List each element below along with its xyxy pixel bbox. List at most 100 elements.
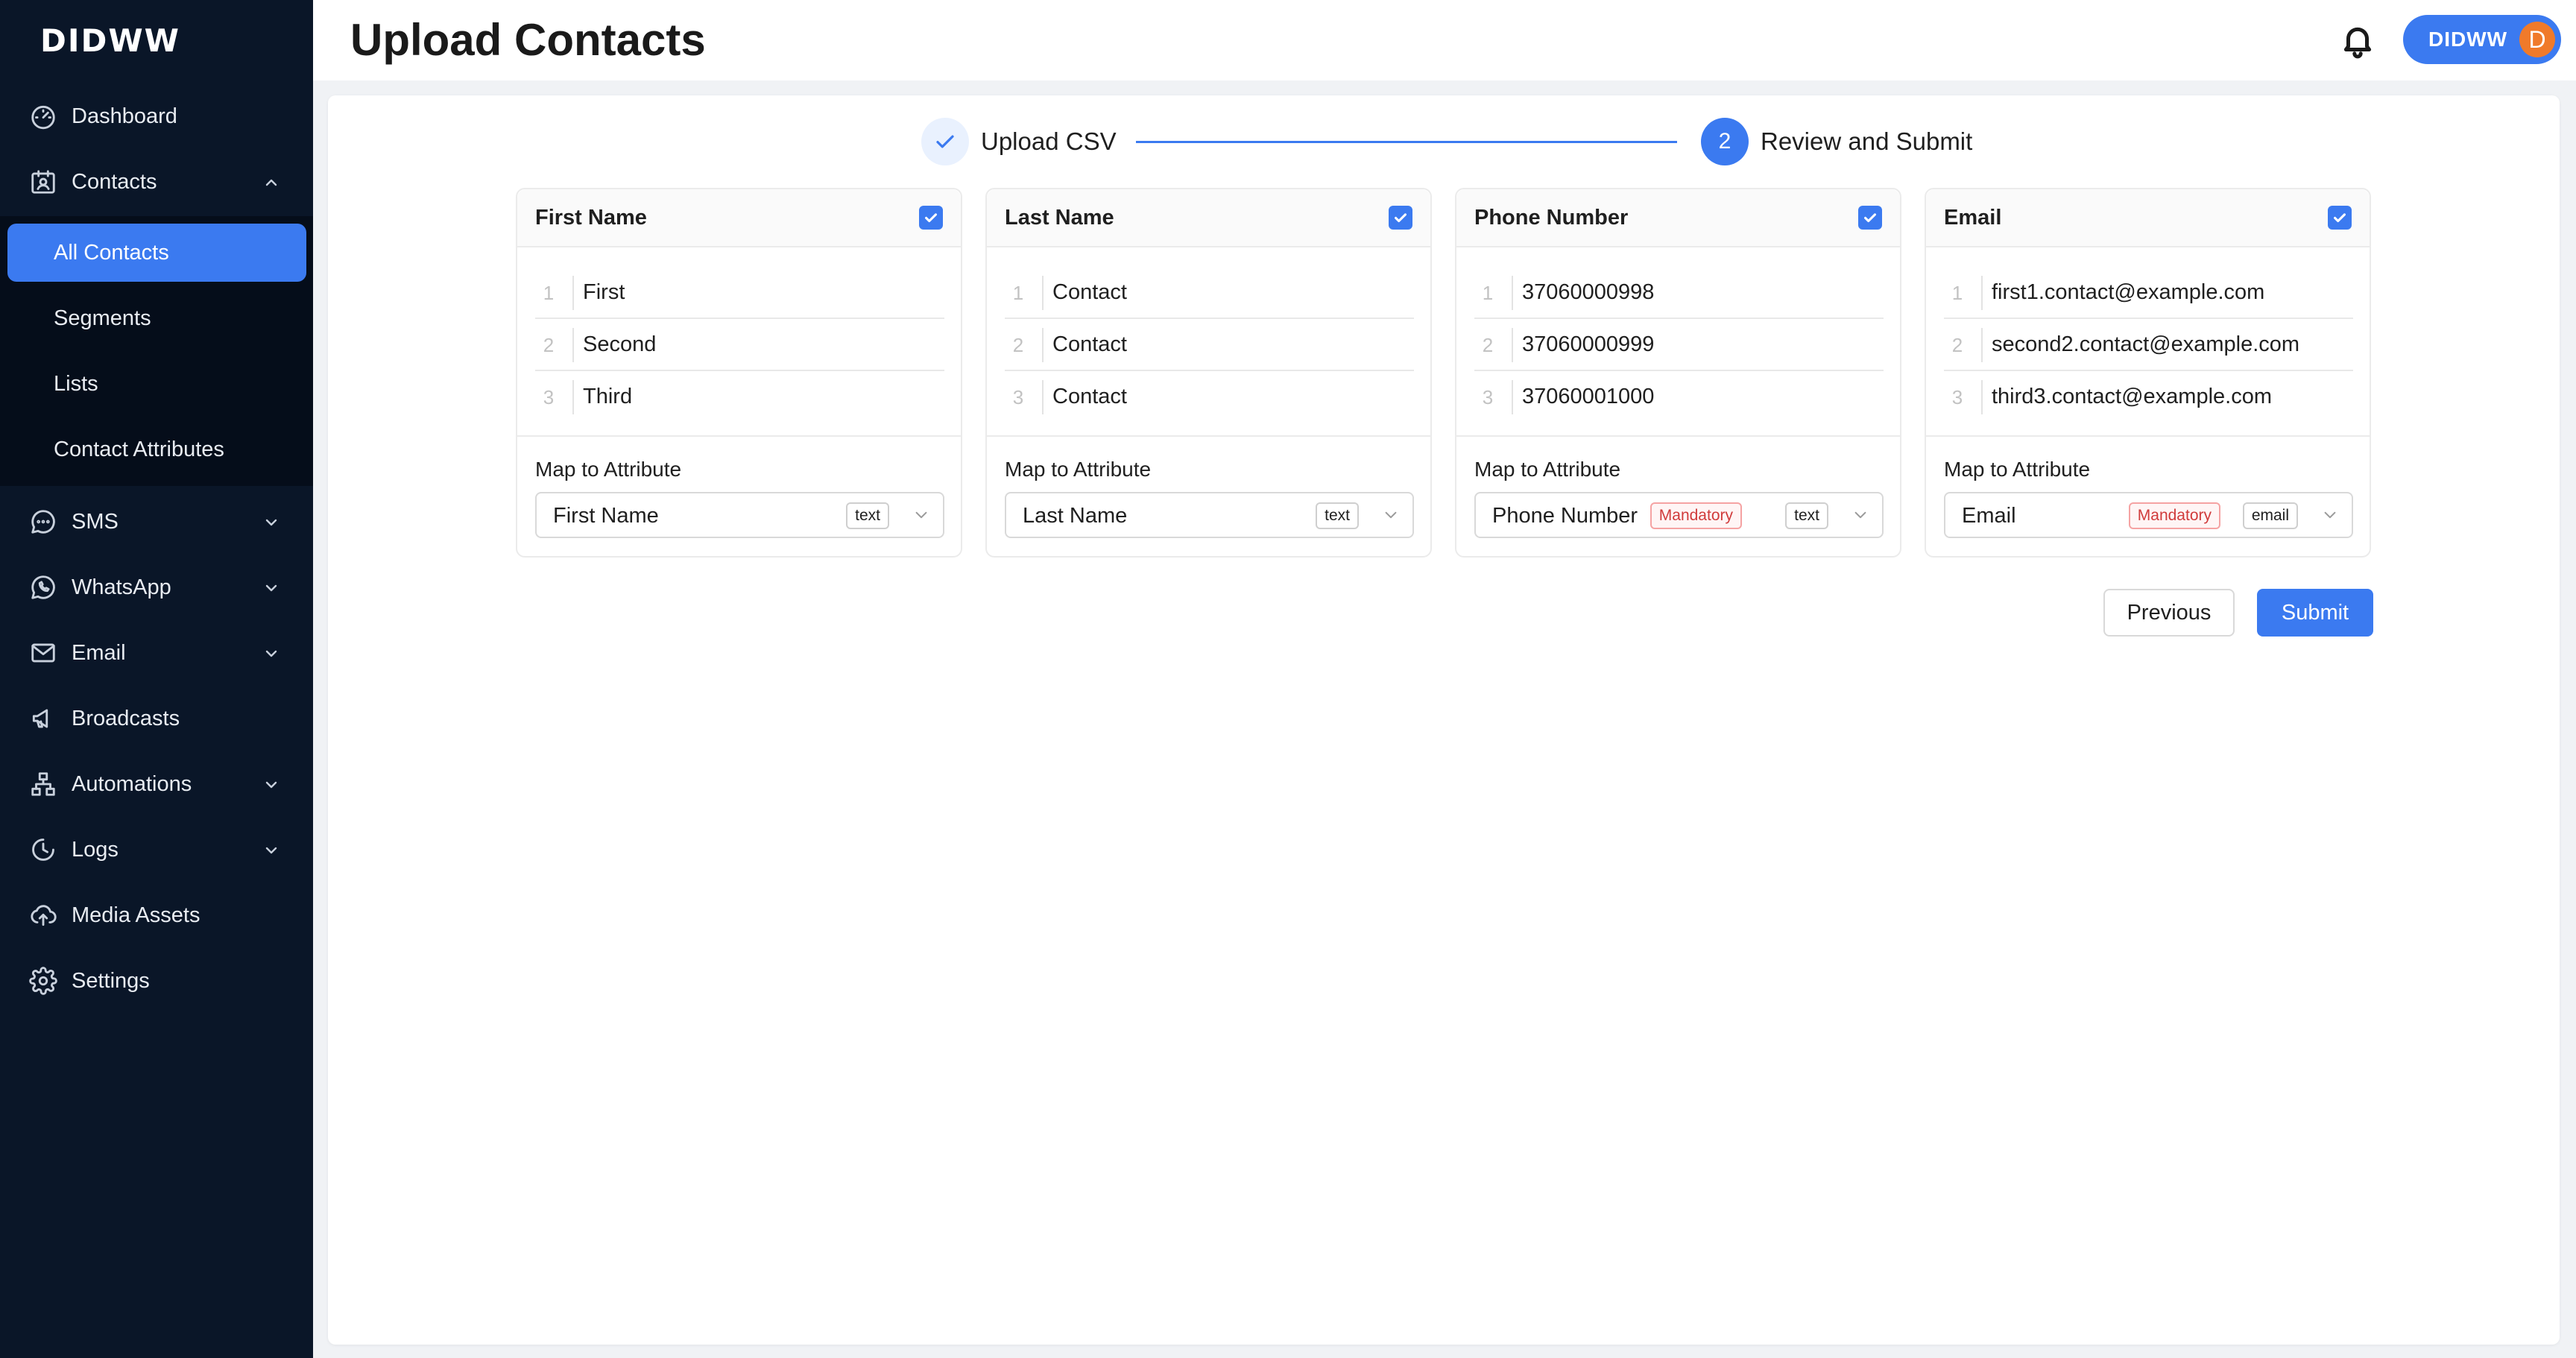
- chevron-down-icon: [262, 775, 280, 793]
- section-divider: [1456, 435, 1900, 437]
- sidebar-item-broadcasts[interactable]: Broadcasts: [0, 686, 313, 751]
- sidebar-item-label: SMS: [72, 509, 119, 534]
- chevron-down-icon: [1852, 507, 1869, 523]
- previous-button[interactable]: Previous: [2103, 589, 2235, 637]
- row-divider: [1512, 380, 1513, 414]
- column-card-phone-number: Phone Number 1 37060000998 2 37060000999…: [1455, 188, 1901, 558]
- row-value: First: [583, 280, 625, 304]
- sidebar-item-dashboard[interactable]: Dashboard: [0, 83, 313, 149]
- gear-icon: [28, 966, 58, 996]
- type-tag: text: [1316, 502, 1359, 529]
- row-number: 1: [1482, 282, 1494, 304]
- table-row: 1 First: [535, 267, 944, 319]
- step-label-upload-csv: Upload CSV: [981, 127, 1117, 155]
- attribute-select[interactable]: Last Name text: [1005, 492, 1414, 538]
- row-divider: [1981, 380, 1983, 414]
- email-icon: [28, 638, 58, 668]
- column-include-checkbox[interactable]: [2328, 206, 2352, 230]
- step-upload-csv-done[interactable]: [921, 118, 969, 165]
- sidebar-item-automations[interactable]: Automations: [0, 751, 313, 817]
- row-number: 1: [1012, 282, 1024, 304]
- map-attribute-label: Map to Attribute: [1005, 458, 1152, 481]
- clock-icon: [28, 835, 58, 865]
- submit-button[interactable]: Submit: [2257, 589, 2373, 637]
- user-menu-button[interactable]: DIDWW D: [2403, 15, 2561, 64]
- attribute-select[interactable]: Email Mandatory email: [1944, 492, 2353, 538]
- table-row: 2 Contact: [1005, 319, 1414, 371]
- sidebar-item-label: Settings: [72, 968, 150, 993]
- megaphone-icon: [28, 704, 58, 733]
- bell-icon[interactable]: [2339, 21, 2376, 60]
- section-divider: [987, 435, 1430, 437]
- mandatory-tag: Mandatory: [1650, 502, 1742, 529]
- type-tag: text: [1785, 502, 1828, 529]
- row-divider: [1981, 328, 1983, 362]
- column-include-checkbox[interactable]: [919, 206, 943, 230]
- sidebar-subitem-lists[interactable]: Lists: [7, 355, 306, 413]
- column-card-last-name: Last Name 1 Contact 2 Contact 3 Contact …: [985, 188, 1432, 558]
- step-connector: [1136, 141, 1677, 143]
- sidebar-item-contacts[interactable]: Contacts: [0, 149, 313, 215]
- column-card-header: Email: [1926, 189, 2370, 247]
- chevron-down-icon: [262, 841, 280, 859]
- row-number: 1: [1951, 282, 1963, 304]
- chevron-down-icon: [262, 513, 280, 531]
- row-number: 2: [1951, 334, 1963, 356]
- sidebar-item-logs[interactable]: Logs: [0, 817, 313, 882]
- column-header-label: Email: [1944, 206, 2002, 230]
- column-include-checkbox[interactable]: [1389, 206, 1412, 230]
- row-number: 3: [1951, 386, 1963, 408]
- row-number: 2: [1012, 334, 1024, 356]
- attribute-select[interactable]: Phone Number Mandatory text: [1474, 492, 1884, 538]
- contacts-icon: [28, 167, 58, 197]
- sidebar-item-settings[interactable]: Settings: [0, 948, 313, 1014]
- dashboard-icon: [28, 101, 58, 131]
- row-value: 37060001000: [1522, 385, 1655, 408]
- row-divider: [1042, 328, 1044, 362]
- row-divider: [572, 328, 574, 362]
- sidebar-item-whatsapp[interactable]: WhatsApp: [0, 555, 313, 620]
- chevron-down-icon: [913, 507, 929, 523]
- whatsapp-icon: [28, 572, 58, 602]
- attribute-select[interactable]: First Name text: [535, 492, 944, 538]
- table-row: 2 second2.contact@example.com: [1944, 319, 2353, 371]
- row-value: Contact: [1052, 332, 1127, 356]
- type-tag: text: [846, 502, 889, 529]
- sidebar-item-label: WhatsApp: [72, 575, 171, 599]
- row-divider: [1512, 276, 1513, 310]
- sidebar-subitem-contact-attributes[interactable]: Contact Attributes: [7, 420, 306, 479]
- cloud-upload-icon: [28, 900, 58, 930]
- row-number: 3: [543, 386, 555, 408]
- sidebar-item-media-assets[interactable]: Media Assets: [0, 882, 313, 948]
- check-icon: [1864, 213, 1876, 223]
- type-tag: email: [2242, 502, 2298, 529]
- row-value: Second: [583, 332, 657, 356]
- table-row: 3 37060001000: [1474, 371, 1884, 423]
- column-include-checkbox[interactable]: [1858, 206, 1882, 230]
- table-row: 1 first1.contact@example.com: [1944, 267, 2353, 319]
- map-attribute-label: Map to Attribute: [535, 458, 682, 481]
- brand-logo[interactable]: DIDWW: [40, 21, 180, 61]
- table-row: 1 Contact: [1005, 267, 1414, 319]
- chevron-down-icon: [2322, 507, 2338, 523]
- check-icon: [925, 213, 937, 223]
- column-header-label: First Name: [535, 206, 647, 230]
- section-divider: [517, 435, 961, 437]
- row-number: 3: [1482, 386, 1494, 408]
- sidebar-item-label: Broadcasts: [72, 706, 180, 730]
- column-card-first-name: First Name 1 First 2 Second 3 Third Map …: [516, 188, 962, 558]
- sidebar-subitem-all-contacts[interactable]: All Contacts: [7, 224, 306, 282]
- sidebar: DIDWW Dashboard Contacts All Contacts Se…: [0, 0, 313, 1358]
- table-row: 1 37060000998: [1474, 267, 1884, 319]
- sidebar-item-sms[interactable]: SMS: [0, 489, 313, 555]
- section-divider: [1926, 435, 2370, 437]
- chevron-down-icon: [262, 644, 280, 662]
- step-number-badge: 2: [1701, 118, 1749, 165]
- automations-icon: [28, 769, 58, 799]
- sidebar-subitem-segments[interactable]: Segments: [7, 289, 306, 347]
- table-row: 3 Third: [535, 371, 944, 423]
- row-number: 2: [1482, 334, 1494, 356]
- column-card-header: Last Name: [987, 189, 1430, 247]
- top-header: Upload Contacts DIDWW D: [313, 0, 2576, 80]
- sidebar-item-email[interactable]: Email: [0, 620, 313, 686]
